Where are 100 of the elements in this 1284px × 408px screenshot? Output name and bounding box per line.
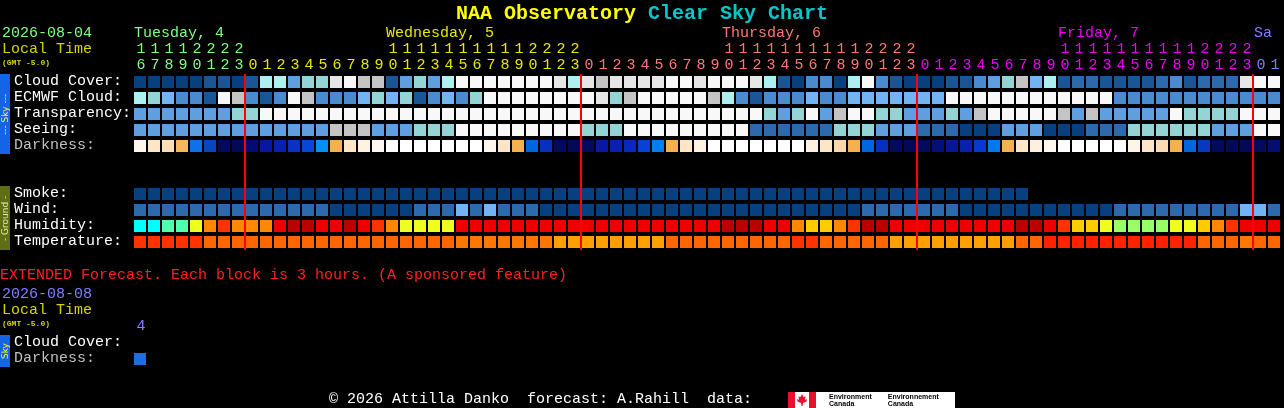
hour-digit: 0 <box>1200 58 1210 74</box>
hour-digit: 0 <box>1060 58 1070 74</box>
hour-digit: 1 <box>444 42 454 58</box>
timezone-label: (GMT -5.0) <box>2 58 50 67</box>
day-label: Friday, 7 <box>1058 26 1139 42</box>
hour-digit: 5 <box>1130 58 1140 74</box>
hour-digit: 1 <box>542 58 552 74</box>
row-label: Darkness: <box>14 138 96 154</box>
row-label: Humidity: <box>14 218 96 234</box>
row-label: Wind: <box>14 202 60 218</box>
hour-digit: 1 <box>500 42 510 58</box>
hour-digit: 2 <box>416 58 426 74</box>
hour-digit: 1 <box>878 58 888 74</box>
hour-digit: 2 <box>570 42 580 58</box>
hour-digit: 4 <box>976 58 986 74</box>
hour-digit: 2 <box>1242 42 1252 58</box>
hour-digit: 1 <box>1130 42 1140 58</box>
hour-digit: 7 <box>682 58 692 74</box>
row-label: Cloud Cover: <box>14 335 124 351</box>
hour-digit: 1 <box>1144 42 1154 58</box>
hour-digit: 1 <box>598 58 608 74</box>
hour-digit: 0 <box>248 58 258 74</box>
hour-digit: 8 <box>1032 58 1042 74</box>
hour-digit: 4 <box>780 58 790 74</box>
row-label: Darkness: <box>14 351 96 367</box>
hour-digit: 2 <box>906 42 916 58</box>
hour-digit: 2 <box>752 58 762 74</box>
hour-digit: 1 <box>850 42 860 58</box>
hour-digit: 0 <box>192 58 202 74</box>
forecast-date: 2026-08-04 <box>2 26 93 42</box>
hour-digit: 2 <box>1214 42 1224 58</box>
hour-digit: 1 <box>766 42 776 58</box>
hour-digit: 7 <box>1018 58 1028 74</box>
hour-digit: 3 <box>1102 58 1112 74</box>
hour-digit: 8 <box>360 58 370 74</box>
hour-digit: 2 <box>542 42 552 58</box>
hour-digit: 1 <box>416 42 426 58</box>
hour-digit: 2 <box>220 58 230 74</box>
hour-digit: 1 <box>836 42 846 58</box>
hour-digit: 1 <box>1270 58 1280 74</box>
hour-digit: 2 <box>948 58 958 74</box>
hour-digit: 3 <box>626 58 636 74</box>
time-label: Local Time <box>2 303 93 319</box>
hour-digit: 7 <box>150 58 160 74</box>
hour-digit: 2 <box>192 42 202 58</box>
hour-digit: 6 <box>1004 58 1014 74</box>
hour-digit: 0 <box>724 58 734 74</box>
hour-digit: 1 <box>486 42 496 58</box>
hour-digit: 7 <box>822 58 832 74</box>
hour-digit: 3 <box>570 58 580 74</box>
hour-digit: 1 <box>1214 58 1224 74</box>
hour-digit: 9 <box>514 58 524 74</box>
hour-digit: 8 <box>1172 58 1182 74</box>
hour-digit: 1 <box>514 42 524 58</box>
hour-digit: 1 <box>402 42 412 58</box>
time-label: Local Time <box>2 42 93 58</box>
hour-digit: 0 <box>920 58 930 74</box>
hour-digit: 1 <box>430 42 440 58</box>
hour-digit: 1 <box>808 42 818 58</box>
hour-digit: 8 <box>696 58 706 74</box>
hour-digit: 5 <box>990 58 1000 74</box>
hour-digit: 9 <box>374 58 384 74</box>
hour-digit: 2 <box>1200 42 1210 58</box>
hour-digit: 9 <box>178 58 188 74</box>
hour-digit: 3 <box>430 58 440 74</box>
hour-digit: 2 <box>864 42 874 58</box>
hour-digit: 2 <box>892 58 902 74</box>
hour-digit: 2 <box>1088 58 1098 74</box>
hour-digit: 5 <box>794 58 804 74</box>
hour-digit: 2 <box>612 58 622 74</box>
timezone-label: (GMT -5.0) <box>2 319 50 328</box>
hour-digit: 1 <box>136 42 146 58</box>
hour-digit: 1 <box>1172 42 1182 58</box>
hour-digit: 5 <box>318 58 328 74</box>
hour-digit: 1 <box>206 58 216 74</box>
hour-digit: 1 <box>780 42 790 58</box>
hour-digit: 1 <box>1102 42 1112 58</box>
hour-digit: 0 <box>584 58 594 74</box>
day-label: Wednesday, 5 <box>386 26 495 42</box>
hour-digit: 7 <box>346 58 356 74</box>
hour-digit: 6 <box>808 58 818 74</box>
row-label: Cloud Cover: <box>14 74 124 90</box>
flag-icon <box>788 392 817 408</box>
hour-digit: 2 <box>556 42 566 58</box>
hour-digit: 1 <box>1158 42 1168 58</box>
hour-digit: 2 <box>220 42 230 58</box>
hour-digit: 4 <box>304 58 314 74</box>
hour-digit: 2 <box>1228 42 1238 58</box>
hour-digit: 3 <box>906 58 916 74</box>
row-label: Transparency: <box>14 106 133 122</box>
hour-digit: 1 <box>934 58 944 74</box>
hour-digit: 1 <box>1074 58 1084 74</box>
hour-digit: 9 <box>1046 58 1056 74</box>
hour-digit: 4 <box>444 58 454 74</box>
site-name: NAA Observatory <box>455 1 636 25</box>
credit-text: forecast: A.Rahill <box>527 392 689 408</box>
chart-title: Clear Sky Chart <box>648 1 829 25</box>
hour-digit: 4 <box>640 58 650 74</box>
hour-digit: 1 <box>458 42 468 58</box>
hour-digit: 2 <box>1228 58 1238 74</box>
